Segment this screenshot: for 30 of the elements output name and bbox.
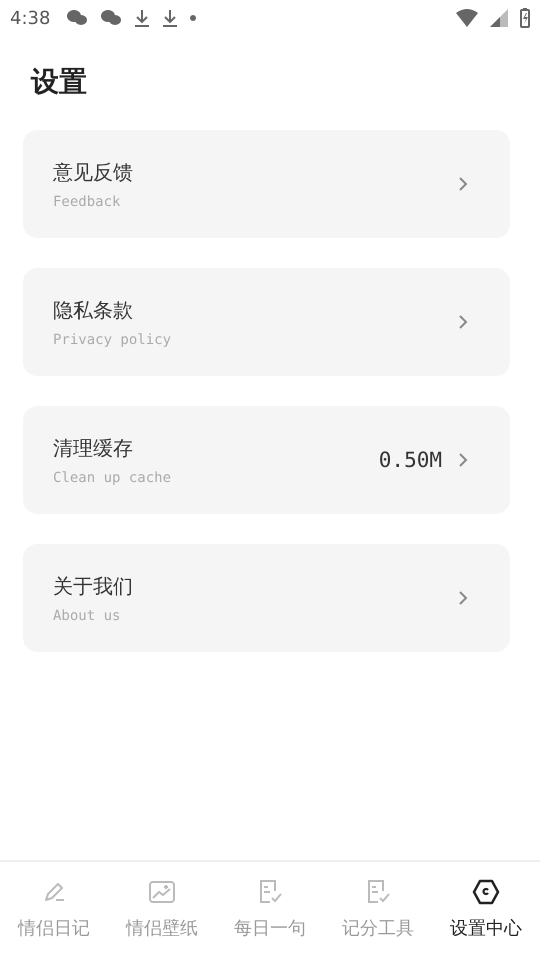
status-time: 4:38 <box>10 8 50 28</box>
settings-item[interactable]: 清理缓存 Clean up cache 0.50M <box>23 406 510 514</box>
item-title: 意见反馈 <box>53 158 134 186</box>
item-title: 清理缓存 <box>53 434 134 462</box>
download-icon <box>134 8 150 28</box>
battery-icon <box>520 8 530 28</box>
chevron-icon <box>458 314 468 330</box>
item-subtitle: Privacy policy <box>53 332 172 348</box>
chat-icon <box>100 9 122 27</box>
item-title: 关于我们 <box>53 572 134 600</box>
chat-icon <box>66 9 88 27</box>
download-icon <box>162 8 178 28</box>
chevron-icon <box>458 452 468 468</box>
nav-tab[interactable]: 设置中心 <box>432 862 540 960</box>
item-title: 隐私条款 <box>53 296 134 324</box>
item-subtitle: Clean up cache <box>53 470 172 486</box>
signal-icon <box>490 9 508 27</box>
settings-item[interactable]: 隐私条款 Privacy policy <box>23 268 510 376</box>
settings-item[interactable]: 意见反馈 Feedback <box>23 130 510 238</box>
chevron-icon <box>458 176 468 192</box>
item-value: 0.50M <box>378 448 442 472</box>
item-subtitle: About us <box>53 608 122 624</box>
hexagon-icon <box>472 878 500 906</box>
wifi-icon <box>456 9 478 27</box>
settings-item[interactable]: 关于我们 About us <box>23 544 510 652</box>
item-subtitle: Feedback <box>53 194 122 210</box>
chevron-icon <box>458 590 468 606</box>
image-icon <box>148 878 176 906</box>
page-title: 设置 <box>31 64 88 100</box>
dot-icon <box>190 15 196 21</box>
